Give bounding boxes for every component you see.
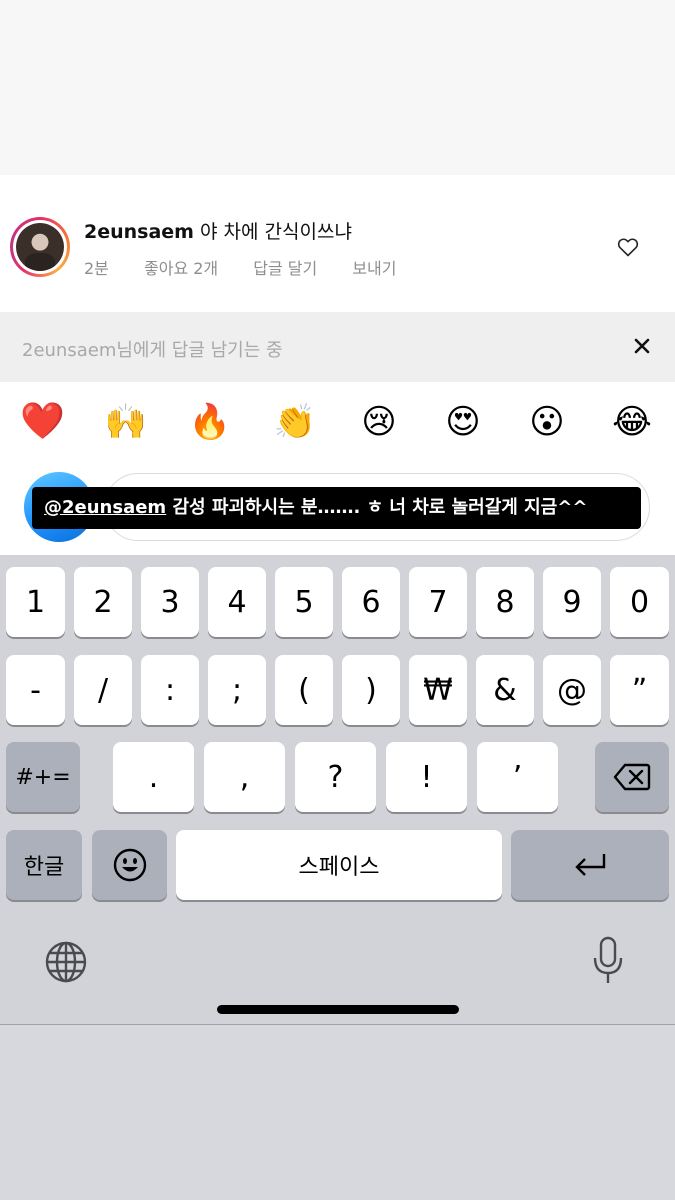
replying-to-text: 2eunsaem님에게 답글 남기는 중 — [22, 340, 283, 361]
comment-text: 2eunsaem 야 차에 간식이쓰냐 — [84, 217, 352, 244]
key-period[interactable]: . — [113, 742, 194, 812]
key-open-paren[interactable]: ( — [275, 655, 333, 725]
comment-likes[interactable]: 좋아요 2개 — [144, 259, 218, 278]
avatar-photo — [16, 223, 64, 271]
key-ampersand[interactable]: & — [476, 655, 534, 725]
typed-text: 감성 파괴하시는 분……. ㅎ 너 차로 놀러갈게 지금^^ — [166, 497, 588, 518]
comment-body: 야 차에 간식이쓰냐 — [200, 221, 352, 243]
comment-meta: 2분 좋아요 2개 답글 달기 보내기 — [84, 255, 426, 279]
key-slash[interactable]: / — [74, 655, 132, 725]
key-close-paren[interactable]: ) — [342, 655, 400, 725]
key-6[interactable]: 6 — [342, 567, 400, 637]
comment-item: 2eunsaem 야 차에 간식이쓰냐 2분 좋아요 2개 답글 달기 보내기 — [0, 175, 675, 312]
key-won[interactable]: ₩ — [409, 655, 467, 725]
replying-to-bar: 2eunsaem님에게 답글 남기는 중 — [0, 312, 675, 382]
story-background-top — [0, 0, 675, 175]
key-colon[interactable]: : — [141, 655, 199, 725]
emoji-crying[interactable]: 😢 — [357, 402, 401, 442]
comment-username[interactable]: 2eunsaem — [84, 221, 194, 243]
key-2[interactable]: 2 — [74, 567, 132, 637]
emoji-fire[interactable]: 🔥 — [188, 402, 232, 442]
key-at[interactable]: @ — [543, 655, 601, 725]
emoji-clap[interactable]: 👏 — [273, 402, 317, 442]
keyboard: 1 2 3 4 5 6 7 8 9 0 - / : ; ( ) ₩ & @ ” … — [0, 555, 675, 1025]
bottom-background — [0, 1025, 675, 1200]
close-icon[interactable] — [630, 334, 654, 358]
heart-icon[interactable] — [616, 235, 640, 259]
key-symbols[interactable]: #+= — [6, 742, 80, 812]
emoji-raised-hands[interactable]: 🙌 — [104, 402, 148, 442]
key-exclamation[interactable]: ! — [386, 742, 467, 812]
comment-time: 2분 — [84, 259, 109, 278]
comment-input-area: @2eunsaem 감성 파괴하시는 분……. ㅎ 너 차로 놀러갈게 지금^^ — [0, 460, 675, 555]
send-link[interactable]: 보내기 — [352, 259, 396, 278]
emoji-heart[interactable]: ❤️ — [20, 402, 65, 442]
key-4[interactable]: 4 — [208, 567, 266, 637]
mention-text: @2eunsaem — [44, 497, 167, 518]
key-comma[interactable]: , — [204, 742, 285, 812]
quick-emoji-bar: ❤️ 🙌 🔥 👏 😢 😍 😮 😂 — [0, 382, 675, 472]
globe-icon[interactable] — [44, 940, 88, 984]
backspace-key[interactable] — [595, 742, 669, 812]
emoji-surprised[interactable]: 😮 — [525, 402, 569, 442]
key-3[interactable]: 3 — [141, 567, 199, 637]
key-8[interactable]: 8 — [476, 567, 534, 637]
reply-link[interactable]: 답글 달기 — [253, 259, 317, 278]
comment-input-text[interactable]: @2eunsaem 감성 파괴하시는 분……. ㅎ 너 차로 놀러갈게 지금^^ — [32, 487, 641, 529]
emoji-laughing[interactable]: 😂 — [610, 402, 654, 442]
key-1[interactable]: 1 — [6, 567, 65, 637]
key-semicolon[interactable]: ; — [208, 655, 266, 725]
key-0[interactable]: 0 — [610, 567, 669, 637]
backspace-icon — [613, 763, 651, 791]
return-icon — [575, 854, 606, 876]
home-indicator[interactable] — [217, 1005, 459, 1014]
key-7[interactable]: 7 — [409, 567, 467, 637]
key-apostrophe[interactable]: ’ — [477, 742, 558, 812]
key-9[interactable]: 9 — [543, 567, 601, 637]
key-5[interactable]: 5 — [275, 567, 333, 637]
key-hyphen[interactable]: - — [6, 655, 65, 725]
key-hangul[interactable]: 한글 — [6, 830, 82, 900]
emoji-key[interactable] — [92, 830, 167, 900]
smiley-icon — [113, 848, 146, 882]
key-quote[interactable]: ” — [610, 655, 669, 725]
microphone-icon[interactable] — [592, 936, 624, 986]
avatar[interactable] — [10, 217, 70, 277]
key-question[interactable]: ? — [295, 742, 376, 812]
return-key[interactable] — [511, 830, 669, 900]
emoji-heart-eyes[interactable]: 😍 — [441, 402, 485, 442]
space-key[interactable]: 스페이스 — [176, 830, 502, 900]
